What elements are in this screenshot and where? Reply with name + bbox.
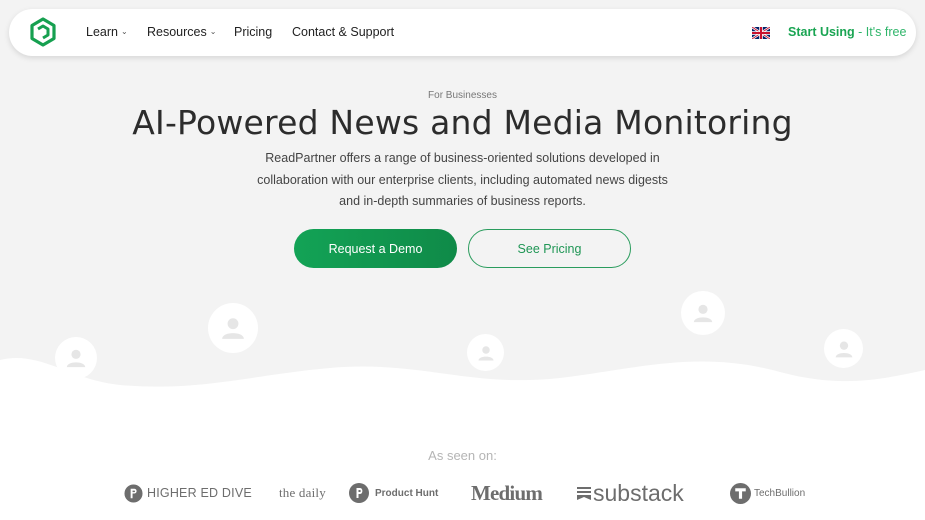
product-hunt-text: Product Hunt bbox=[375, 487, 439, 499]
user-avatar-icon bbox=[55, 337, 97, 379]
substack-icon bbox=[577, 487, 591, 500]
nav-resources[interactable]: Resources ⌄ bbox=[147, 25, 216, 39]
nav-pricing[interactable]: Pricing bbox=[234, 25, 272, 39]
nav-learn-label: Learn bbox=[86, 25, 118, 39]
nav-resources-label: Resources bbox=[147, 25, 207, 39]
as-seen-on-label: As seen on: bbox=[428, 448, 497, 463]
request-demo-button[interactable]: Request a Demo bbox=[294, 229, 457, 268]
start-using-label: Start Using bbox=[788, 25, 855, 39]
see-pricing-button[interactable]: See Pricing bbox=[468, 229, 631, 268]
hero-title: AI-Powered News and Media Monitoring bbox=[132, 103, 793, 142]
the-daily-logo: the daily bbox=[279, 478, 326, 508]
hero-eyebrow: For Businesses bbox=[428, 90, 497, 101]
press-logos: HIGHER ED DIVE the daily Product Hunt Me… bbox=[0, 478, 925, 508]
chevron-down-icon: ⌄ bbox=[120, 27, 128, 36]
free-label: - It's free bbox=[858, 25, 907, 39]
user-avatar-icon bbox=[208, 303, 258, 353]
higher-ed-dive-icon bbox=[124, 483, 143, 503]
the-daily-text: the daily bbox=[279, 485, 326, 500]
product-hunt-logo: Product Hunt bbox=[349, 478, 438, 508]
user-avatar-icon bbox=[681, 291, 725, 335]
hero-description: ReadPartner offers a range of business-o… bbox=[257, 151, 668, 208]
nav-contact-label: Contact & Support bbox=[292, 25, 395, 39]
techbullion-icon bbox=[730, 482, 751, 504]
product-hunt-icon bbox=[349, 483, 369, 503]
substack-text: substack bbox=[593, 479, 684, 506]
top-navbar: Learn ⌄ Resources ⌄ Pricing Contact & Supp… bbox=[9, 9, 916, 56]
user-avatar-icon bbox=[824, 329, 863, 368]
see-pricing-label: See Pricing bbox=[517, 241, 582, 256]
medium-text: Medium bbox=[471, 480, 543, 505]
nav-contact-support[interactable]: Contact & Support bbox=[292, 25, 394, 39]
uk-flag-icon[interactable] bbox=[752, 27, 770, 39]
request-demo-label: Request a Demo bbox=[328, 241, 423, 256]
start-using-link[interactable]: Start Using - It's free bbox=[788, 25, 906, 39]
substack-logo: substack bbox=[577, 478, 684, 508]
readpartner-logo[interactable] bbox=[28, 17, 58, 47]
higher-ed-dive-logo: HIGHER ED DIVE bbox=[124, 478, 252, 508]
higher-ed-dive-text: HIGHER ED DIVE bbox=[147, 486, 252, 500]
nav-pricing-label: Pricing bbox=[234, 25, 273, 39]
nav-learn[interactable]: Learn ⌄ bbox=[86, 25, 128, 39]
techbullion-text: TechBullion bbox=[754, 487, 806, 499]
chevron-down-icon: ⌄ bbox=[209, 27, 217, 36]
techbullion-logo: TechBullion bbox=[730, 478, 805, 508]
user-avatar-icon bbox=[467, 334, 504, 371]
medium-logo: Medium bbox=[471, 478, 543, 508]
